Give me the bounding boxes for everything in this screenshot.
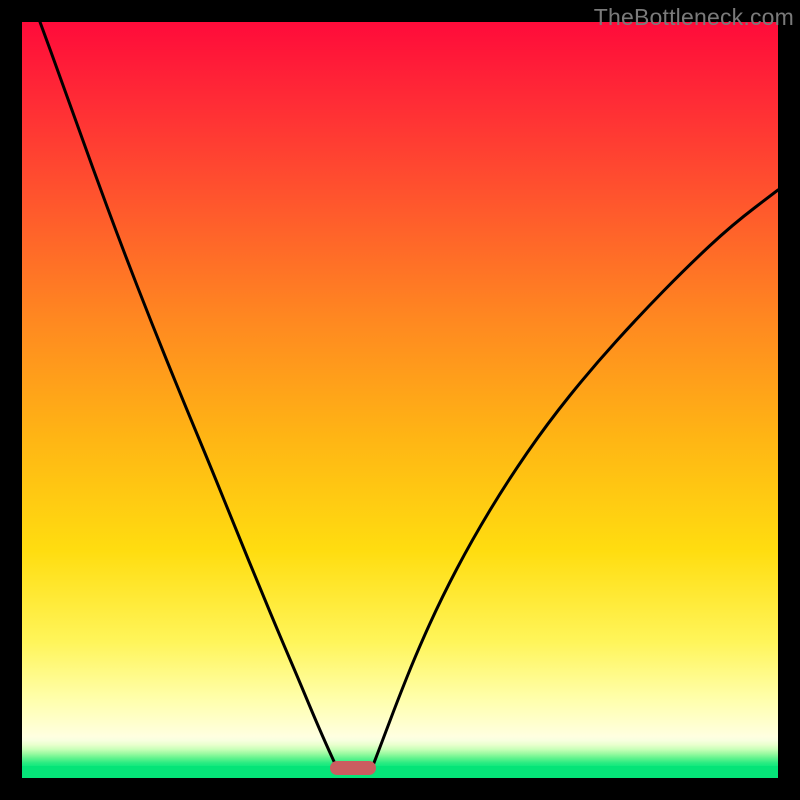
- plot-frame: [22, 22, 778, 778]
- right-curve: [372, 190, 778, 768]
- bottleneck-marker: [330, 761, 376, 775]
- watermark-text: TheBottleneck.com: [594, 4, 794, 31]
- left-curve: [40, 22, 337, 768]
- curves-svg: [22, 22, 778, 778]
